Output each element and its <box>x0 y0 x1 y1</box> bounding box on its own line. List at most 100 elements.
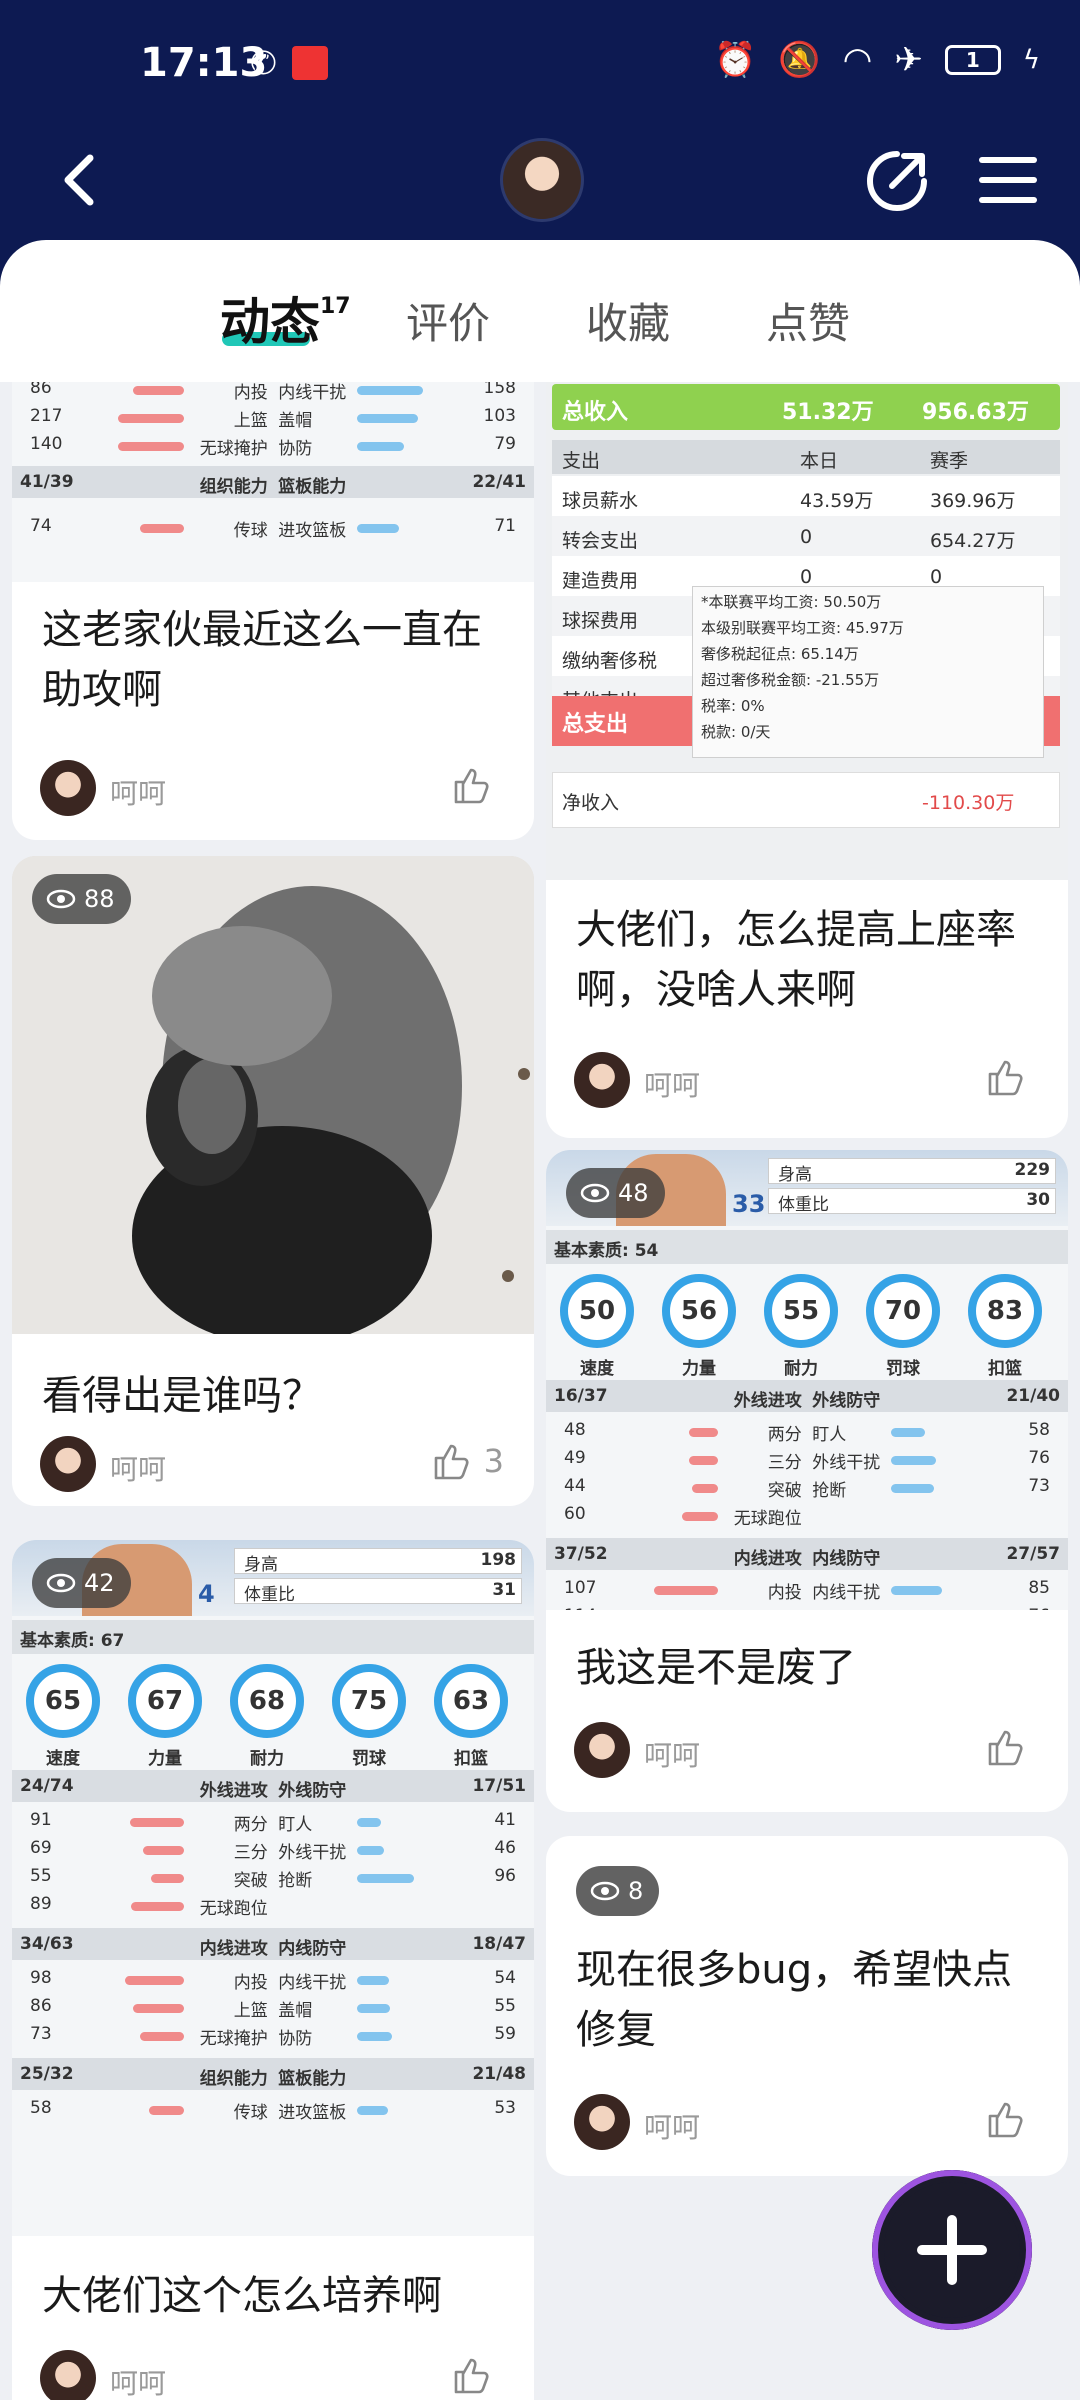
post-feed[interactable]: 86 内投 内线干扰 158 217 上篮 盖帽 103 140 无球掩护 协防 79 41/39 组织能… <box>0 382 1080 2400</box>
attribute-circle: 55 <box>764 1274 838 1348</box>
height-value: 229 <box>1014 1160 1051 1180</box>
like-button[interactable] <box>450 2354 504 2396</box>
user-avatar[interactable] <box>40 760 96 816</box>
post-card[interactable]: 88 看得出是谁吗？ 呵呵 3 <box>12 856 534 1506</box>
back-arrow-icon[interactable] <box>50 140 110 220</box>
stat-bar-red <box>132 2004 185 2013</box>
stat-value: 53 <box>494 2098 516 2118</box>
tab-dynamics[interactable]: 动态 <box>220 282 320 354</box>
like-button[interactable]: 3 <box>430 1440 504 1482</box>
jersey-number: 33 <box>732 1190 766 1218</box>
stat-row: 98 内投 内线干扰 54 <box>12 1968 534 1996</box>
post-image[interactable]: 总收入 51.32万 956.63万 支出 本日 赛季 球员薪水 43.59万 36… <box>546 382 1068 880</box>
attribute-circle: 65 <box>26 1664 100 1738</box>
like-button[interactable] <box>984 2098 1038 2140</box>
post-title[interactable]: 看得出是谁吗？ <box>42 1366 506 1426</box>
stat-label: 内投 <box>233 383 268 403</box>
post-image[interactable]: 4 身高 198 体重比 31 基本素质: 67 65 速度 67 力量 68 耐力 75 罚球 63 扣篮 2… <box>12 1540 534 2236</box>
post-title[interactable]: 我这是不是废了 <box>576 1638 1040 1698</box>
stat-bar-blue <box>356 1976 389 1985</box>
user-name[interactable]: 呵呵 <box>110 1448 166 1488</box>
stat-label: 内线进攻 <box>733 1549 802 1569</box>
attribute-label: 耐力 <box>784 1359 818 1379</box>
profile-avatar[interactable] <box>500 138 584 222</box>
post-card[interactable]: 4 身高 198 体重比 31 基本素质: 67 65 速度 67 力量 68 耐力 75 罚球 63 扣篮 2… <box>12 1540 534 2400</box>
tab-likes[interactable]: 点赞 <box>766 290 850 351</box>
player-stats-screenshot: 4 身高 198 体重比 31 基本素质: 67 65 速度 67 力量 68 耐力 75 罚球 63 扣篮 2… <box>12 1540 534 2236</box>
stat-label: 突破 <box>233 1871 268 1891</box>
stat-value: 60 <box>564 1504 586 1524</box>
user-name[interactable]: 呵呵 <box>644 1064 700 1104</box>
stat-bar-blue <box>356 1846 385 1855</box>
create-post-button[interactable] <box>872 2170 1032 2330</box>
post-card[interactable]: 总收入 51.32万 956.63万 支出 本日 赛季 球员薪水 43.59万 36… <box>546 382 1068 1138</box>
stat-label: 外线干扰 <box>278 1843 347 1863</box>
stat-bar-blue <box>356 386 423 395</box>
user-avatar[interactable] <box>40 1436 96 1492</box>
stat-value: 46 <box>494 1838 516 1858</box>
stat-label: 组织能力 <box>199 2069 268 2089</box>
attribute-label: 耐力 <box>250 1749 284 1769</box>
post-image[interactable]: 88 <box>12 856 534 1334</box>
stat-label: 无球跑位 <box>733 1509 802 1529</box>
stat-label: 协防 <box>278 2029 313 2049</box>
post-image[interactable]: 33 身高 229 体重比 30 基本素质: 54 50 速度 56 力量 55 耐力 70 罚球 83 扣篮… <box>546 1150 1068 1610</box>
stat-bar-red <box>125 1976 185 1985</box>
stat-label: 三分 <box>233 1843 268 1863</box>
stat-bar-blue <box>356 414 419 423</box>
stat-row: 48 两分 盯人 58 <box>546 1420 1068 1448</box>
stat-bar-blue <box>890 1484 935 1493</box>
plus-icon <box>917 2215 987 2285</box>
like-button[interactable] <box>984 1726 1038 1768</box>
tab-favorites[interactable]: 收藏 <box>586 290 670 351</box>
like-button[interactable] <box>450 764 504 806</box>
post-title[interactable]: 这老家伙最近这么一直在助攻啊 <box>42 600 506 720</box>
attribute-label: 力量 <box>148 1749 182 1769</box>
stat-label: 两分 <box>233 1815 268 1835</box>
stat-bar-blue <box>356 442 404 451</box>
finance-label: 球探费用 <box>562 610 639 632</box>
post-image[interactable]: 86 内投 内线干扰 158 217 上篮 盖帽 103 140 无球掩护 协防 79 41/39 组织能… <box>12 382 534 582</box>
stat-bar-blue <box>890 1428 926 1437</box>
user-name[interactable]: 呵呵 <box>110 2362 166 2400</box>
user-avatar[interactable] <box>574 1722 630 1778</box>
stat-bar-blue <box>356 2106 389 2115</box>
base-label: 基本素质: 54 <box>554 1241 659 1261</box>
stat-value: 54 <box>494 1968 516 1988</box>
user-name[interactable]: 呵呵 <box>110 772 166 812</box>
post-title[interactable]: 现在很多bug，希望快点修复 <box>576 1940 1040 2060</box>
stat-value: 85 <box>1028 1578 1050 1598</box>
user-avatar[interactable] <box>40 2350 96 2400</box>
stat-row: 69 三分 外线干扰 46 <box>12 1838 534 1866</box>
stat-row: 58 传球 进攻篮板 53 <box>12 2098 534 2126</box>
finance-row: 转会支出 0 654.27万 <box>552 516 1060 556</box>
user-avatar[interactable] <box>574 2094 630 2150</box>
share-icon[interactable] <box>862 146 932 216</box>
like-button[interactable] <box>984 1056 1038 1098</box>
finance-screenshot: 总收入 51.32万 956.63万 支出 本日 赛季 球员薪水 43.59万 36… <box>546 382 1068 880</box>
post-title[interactable]: 大佬们这个怎么培养啊 <box>42 2266 506 2326</box>
base-label: 基本素质: 67 <box>20 1631 125 1651</box>
stat-value: 27/57 <box>1006 1544 1060 1564</box>
status-time: 17:13 <box>140 40 268 86</box>
post-card[interactable]: 33 身高 229 体重比 30 基本素质: 54 50 速度 56 力量 55 耐力 70 罚球 83 扣篮… <box>546 1150 1068 1812</box>
post-card[interactable]: 86 内投 内线干扰 158 217 上篮 盖帽 103 140 无球掩护 协防 79 41/39 组织能… <box>12 382 534 840</box>
stat-value: 22/41 <box>472 472 526 492</box>
user-name[interactable]: 呵呵 <box>644 2106 700 2146</box>
stat-row: 140 无球掩护 协防 79 <box>12 434 534 462</box>
user-name[interactable]: 呵呵 <box>644 1734 700 1774</box>
post-title[interactable]: 大佬们，怎么提高上座率啊，没啥人来啊 <box>576 900 1040 1020</box>
user-avatar[interactable] <box>574 1052 630 1108</box>
tab-reviews[interactable]: 评价 <box>406 290 490 351</box>
stat-label: 盖帽 <box>278 2001 313 2021</box>
stat-label: 外线防守 <box>278 1781 347 1801</box>
stat-label: 盖帽 <box>812 1606 846 1610</box>
stat-label: 内投 <box>767 1583 802 1603</box>
post-card[interactable]: 8 现在很多bug，希望快点修复 呵呵 <box>546 1836 1068 2176</box>
stat-bar-red <box>689 1428 719 1437</box>
menu-icon[interactable] <box>978 150 1038 210</box>
stat-label: 篮板能力 <box>278 2069 347 2089</box>
stat-value: 41 <box>494 1810 516 1830</box>
stat-label: 内线防守 <box>278 1939 347 1959</box>
stat-label: 无球掩护 <box>199 2029 268 2049</box>
